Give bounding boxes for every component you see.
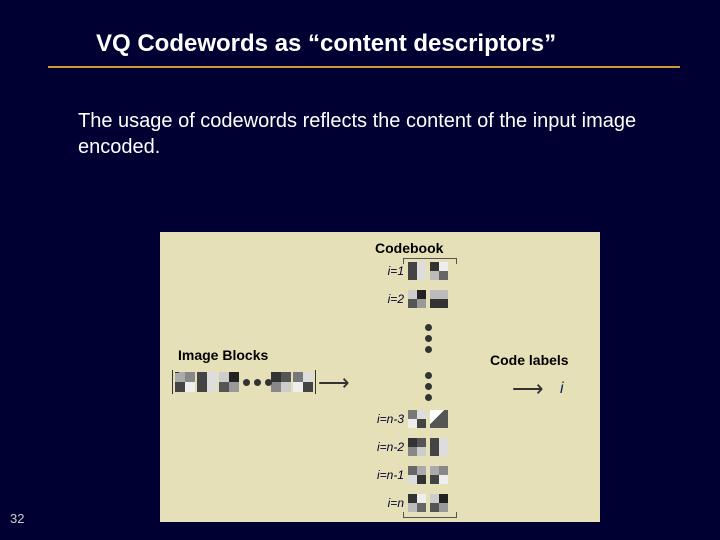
image-block-tile <box>271 372 291 392</box>
codebook-row: i=n-1 <box>408 466 454 490</box>
image-block-tile <box>175 372 195 392</box>
codeword-tile <box>408 466 426 484</box>
codeword-tile <box>408 494 426 512</box>
codeword-tile <box>408 290 426 308</box>
codebook-index-label: i=n <box>364 496 404 510</box>
diagram: Codebook i=1 i=2 Image Blocks ⟶ Code lab <box>160 232 600 522</box>
image-block-tile <box>293 372 313 392</box>
codeword-tile <box>408 262 426 280</box>
image-blocks-row <box>172 370 316 394</box>
codeword-tile <box>430 466 448 484</box>
codeword-tile <box>430 438 448 456</box>
codeword-tile <box>430 290 448 308</box>
slide-body-text: The usage of codewords reflects the cont… <box>0 68 720 160</box>
codebook-index-label: i=n-1 <box>364 468 404 482</box>
codebook-row: i=n <box>408 494 454 518</box>
codebook-index-label: i=n-3 <box>364 412 404 426</box>
codebook-heading: Codebook <box>375 240 443 256</box>
image-block-tile <box>219 372 239 392</box>
vertical-dots-top <box>425 324 432 353</box>
codebook-index-label: i=n-2 <box>364 440 404 454</box>
output-label: i <box>560 380 564 398</box>
codebook-row: i=1 <box>408 262 454 286</box>
code-labels-heading: Code labels <box>490 352 569 368</box>
codeword-tile <box>430 262 448 280</box>
codeword-tile <box>408 410 426 428</box>
codeword-tile <box>430 410 448 428</box>
slide-number: 32 <box>10 511 24 526</box>
image-block-tile <box>197 372 217 392</box>
arrow-icon: ⟶ <box>512 376 544 402</box>
arrow-icon: ⟶ <box>318 370 350 396</box>
codebook-row: i=n-2 <box>408 438 454 462</box>
codebook-column-lower: i=n-3 i=n-2 i=n-1 i=n <box>408 410 454 522</box>
horizontal-dots <box>243 379 272 386</box>
codebook-index-label: i=2 <box>364 292 404 306</box>
codebook-index-label: i=1 <box>364 264 404 278</box>
vertical-dots-bottom <box>425 372 432 401</box>
codebook-column: i=1 i=2 <box>408 262 454 318</box>
codeword-tile <box>430 494 448 512</box>
codeword-tile <box>408 438 426 456</box>
slide-title: VQ Codewords as “content descriptors” <box>48 0 680 68</box>
image-blocks-heading: Image Blocks <box>178 347 268 363</box>
codebook-row: i=2 <box>408 290 454 314</box>
codebook-row: i=n-3 <box>408 410 454 434</box>
